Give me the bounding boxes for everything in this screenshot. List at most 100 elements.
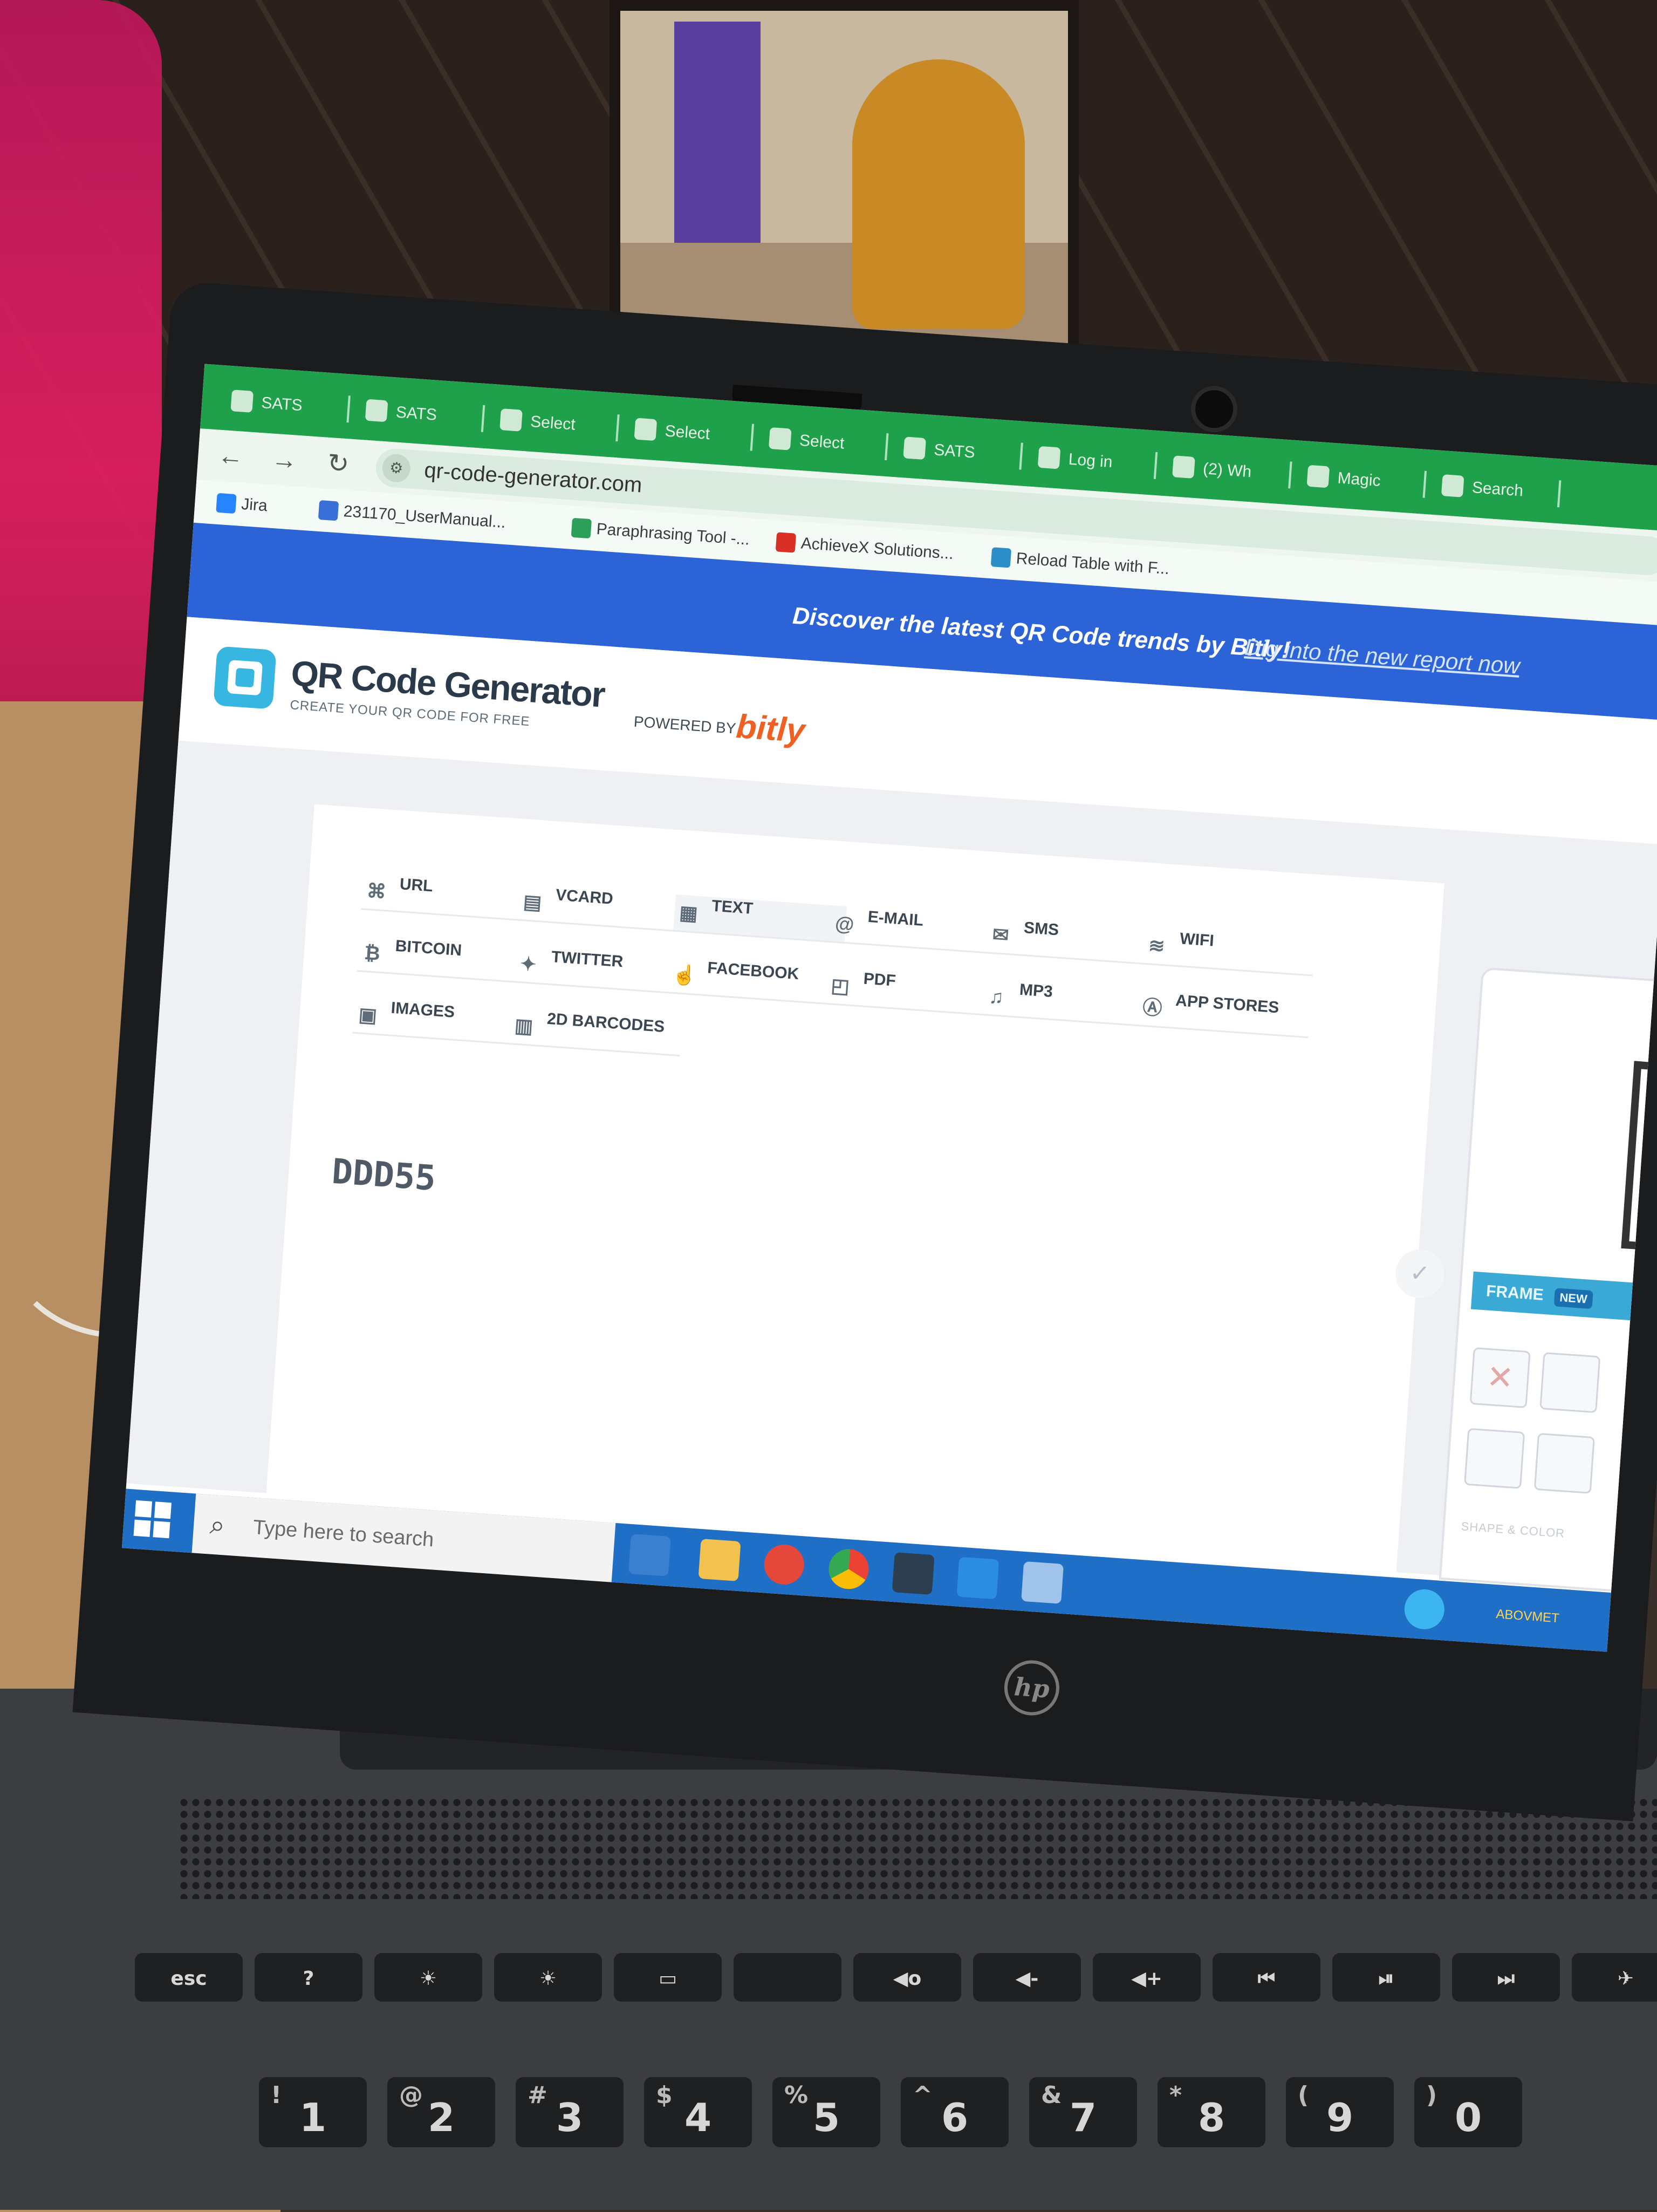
frame-none-option[interactable]: ✕	[1469, 1347, 1531, 1409]
qr-type-label: PDF	[862, 970, 896, 990]
content-text[interactable]: DDD55	[331, 1152, 437, 1199]
bookmark-item[interactable]: Reload Table with F...	[990, 542, 1170, 584]
fn-key[interactable]: ⏯	[1332, 1953, 1440, 2002]
number-key[interactable]: ) 0	[1414, 2077, 1522, 2147]
frame-option-phone[interactable]	[1539, 1352, 1601, 1414]
webcam	[1189, 384, 1239, 434]
tab-favicon-icon	[1441, 474, 1464, 497]
tab-label: Log in	[1067, 450, 1113, 472]
qr-type-label: MP3	[1018, 980, 1053, 1001]
browser-tab[interactable]: Log in	[1030, 438, 1114, 481]
site-info-icon[interactable]: ⚙	[381, 453, 412, 483]
search-placeholder: Type here to search	[252, 1516, 435, 1552]
tab-separator	[1019, 442, 1023, 470]
fn-key[interactable]: ?	[255, 1953, 362, 2002]
qr-type-2d-barcodes[interactable]: ▥ 2D BARCODES	[508, 1007, 682, 1057]
fn-key[interactable]: ⏮	[1213, 1953, 1320, 2002]
browser-tab[interactable]: Search	[1433, 466, 1525, 510]
number-key[interactable]: ! 1	[259, 2077, 367, 2147]
browser-tab[interactable]: SATS	[357, 391, 439, 434]
number-key[interactable]: @2	[387, 2077, 495, 2147]
tab-separator	[1557, 480, 1562, 508]
tab-separator	[750, 424, 755, 451]
qr-logo-icon[interactable]	[213, 646, 277, 709]
key-main-label: 1	[299, 2095, 327, 2140]
fn-key[interactable]: esc	[135, 1953, 243, 2002]
qr-type-app-stores[interactable]: Ⓐ APP STORES	[1136, 989, 1311, 1039]
browser-tab[interactable]: Select	[761, 419, 846, 463]
sms-icon: ✉	[991, 923, 1010, 947]
chrome-icon[interactable]	[827, 1547, 870, 1590]
page-body: DDD55 ⌘ URL ▤ VCARD ▦ TEXT @ E-MAIL ✉ SMS ≋ WIFI ₿ BI…	[126, 740, 1657, 1595]
windows-start-icon[interactable]	[133, 1500, 174, 1541]
number-key[interactable]: & 7	[1029, 2077, 1137, 2147]
qr-type-pdf[interactable]: ◰ PDF	[825, 967, 999, 1016]
number-key[interactable]: (9	[1286, 2077, 1394, 2147]
reload-button[interactable]: ↻	[321, 447, 355, 481]
bookmark-item[interactable]: 231170_UserManual...	[318, 495, 506, 538]
qr-type-twitter[interactable]: ✦ TWITTER	[512, 945, 687, 995]
browser-tab[interactable]: (2) Wh	[1164, 447, 1252, 491]
fn-key[interactable]: ⏭	[1452, 1953, 1560, 2002]
browser-tab[interactable]: SATS	[222, 381, 304, 425]
bookmark-item[interactable]: Jira	[216, 488, 269, 521]
fn-key[interactable]: ✈	[1572, 1953, 1657, 2002]
qr-type-url[interactable]: ⌘ URL	[361, 872, 535, 922]
terminal-icon[interactable]	[892, 1552, 935, 1595]
bitly-logo[interactable]: bitly	[735, 707, 806, 750]
qr-type-label: TEXT	[711, 897, 754, 918]
tab-favicon-icon	[365, 399, 388, 422]
number-key[interactable]: ^ 6	[901, 2077, 1009, 2147]
fn-key[interactable]: ☀	[494, 1953, 602, 2002]
qr-type-facebook[interactable]: ☝ FACEBOOK	[669, 956, 843, 1006]
qr-type-vcard[interactable]: ▤ VCARD	[517, 883, 691, 933]
qr-type-mp3[interactable]: ♫ MP3	[981, 978, 1155, 1028]
frame-header[interactable]: FRAME NEW	[1470, 1271, 1657, 1325]
fn-key[interactable]: ◀ο	[853, 1953, 961, 2002]
back-button[interactable]: ←	[213, 439, 248, 474]
file-explorer-icon[interactable]	[698, 1539, 741, 1582]
qr-type-label: VCARD	[555, 886, 614, 908]
bookmark-icon	[990, 547, 1012, 568]
speaker-grille	[178, 1797, 1657, 1899]
number-key[interactable]: #3	[516, 2077, 624, 2147]
number-key[interactable]: * 8	[1158, 2077, 1265, 2147]
forward-button[interactable]: →	[267, 443, 302, 477]
fn-key[interactable]	[734, 1953, 841, 2002]
qr-type-e-mail[interactable]: @ E-MAIL	[829, 905, 1003, 955]
browser-tab[interactable]: Select	[491, 400, 577, 444]
qr-type-text[interactable]: ▦ TEXT	[673, 894, 847, 944]
task-view-icon[interactable]	[628, 1533, 671, 1576]
browser-tab[interactable]: Magic	[1298, 457, 1382, 500]
bookmark-label: AchieveX Solutions...	[800, 534, 954, 563]
fn-key[interactable]: ◀-	[973, 1953, 1081, 2002]
at-icon: @	[834, 912, 855, 936]
frame-option-3[interactable]	[1533, 1432, 1595, 1494]
system-tray[interactable]: ABOVMET	[1495, 1595, 1637, 1643]
qr-type-bitcoin[interactable]: ₿ BITCOIN	[357, 934, 531, 984]
fn-key[interactable]: ▭	[614, 1953, 722, 2002]
vscode-icon[interactable]	[956, 1556, 999, 1600]
number-key[interactable]: $4	[644, 2077, 752, 2147]
edge-icon[interactable]	[1403, 1588, 1446, 1631]
number-key[interactable]: % 5	[772, 2077, 880, 2147]
qr-type-wifi[interactable]: ≋ WIFI	[1141, 927, 1316, 977]
browser-tab[interactable]: Select	[626, 410, 711, 454]
tab-separator	[615, 414, 620, 442]
bookmark-item[interactable]: Paraphrasing Tool -...	[571, 513, 751, 555]
tab-label: SATS	[261, 394, 303, 415]
shape-color-label[interactable]: SHAPE & COLOR	[1461, 1519, 1565, 1540]
bookmark-icon	[571, 517, 592, 539]
frame-option-2[interactable]	[1464, 1428, 1525, 1489]
browser-tab[interactable]: SATS	[895, 428, 976, 472]
app-icon-blue[interactable]	[1021, 1561, 1064, 1604]
app-icon-red[interactable]	[763, 1543, 806, 1586]
fn-key[interactable]: ◀+	[1093, 1953, 1201, 2002]
bookmark-item[interactable]: AchieveX Solutions...	[775, 527, 955, 569]
wifi-icon: ≋	[1147, 934, 1166, 958]
qr-type-sms[interactable]: ✉ SMS	[985, 916, 1159, 966]
key-main-label: 2	[427, 2095, 455, 2140]
banner-link[interactable]: Dig into the new report now	[1244, 634, 1521, 679]
fn-key[interactable]: ☀	[374, 1953, 482, 2002]
qr-type-images[interactable]: ▣ IMAGES	[352, 996, 526, 1046]
